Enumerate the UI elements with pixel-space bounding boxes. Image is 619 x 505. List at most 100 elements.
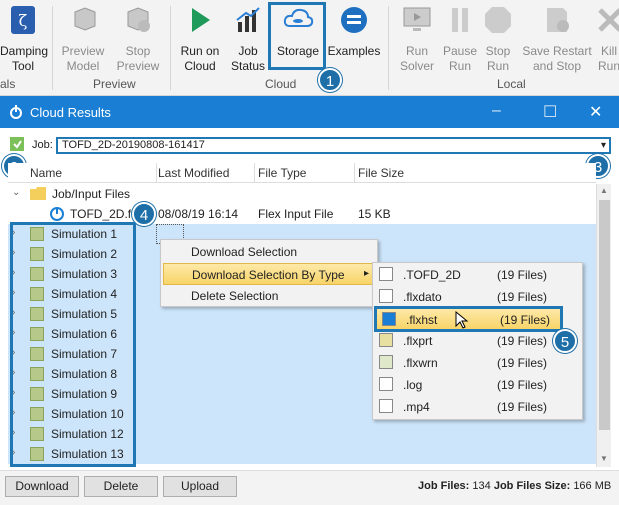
download-button[interactable]: Download: [5, 476, 79, 497]
cube-icon: [74, 7, 96, 31]
simulations-highlight: [10, 222, 136, 467]
submenu-count: (19 Files): [497, 400, 548, 414]
column-last-modified[interactable]: Last Modified: [158, 166, 229, 180]
tree-row-job-input[interactable]: ⌄ Job/Input Files: [8, 184, 596, 204]
damping-tool-button[interactable]: ζ Damping Tool: [0, 4, 48, 74]
job-dropdown-value: TOFD_2D-20190808-161417: [62, 139, 205, 151]
submenu-count: (19 Files): [497, 356, 548, 370]
job-files-size-value: 166 MB: [573, 480, 612, 492]
job-files-label: Job Files:: [418, 480, 470, 492]
flxprt-icon: [379, 333, 393, 347]
submenu-item[interactable]: .log (19 Files): [373, 374, 563, 396]
job-files-status: Job Files: 134 Job Files Size: 166 MB: [418, 480, 611, 492]
context-menu: Download Selection Download Selection By…: [160, 239, 378, 307]
monitor-play-icon: [403, 7, 431, 31]
document-icon: [379, 267, 393, 281]
file-type: Flex Input File: [258, 207, 334, 221]
run-solver-button[interactable]: Run Solver: [396, 4, 438, 74]
menu-delete-selection[interactable]: Delete Selection: [161, 285, 377, 307]
stop-cube-icon: [127, 7, 150, 32]
svg-text:ζ: ζ: [19, 11, 28, 30]
submenu-ext: .log: [403, 378, 423, 392]
stop-preview-button[interactable]: Stop Preview: [114, 4, 162, 74]
group-label-local: Local: [497, 77, 526, 91]
window-titlebar: Cloud Results – ☐ ✕: [0, 96, 619, 128]
file-size: 15 KB: [358, 207, 391, 221]
kill-icon: [598, 8, 619, 32]
examples-button[interactable]: Examples: [326, 4, 382, 59]
chevron-down-icon: ▾: [600, 140, 606, 151]
annotation-badge-1: 1: [318, 68, 342, 92]
menu-download-by-type[interactable]: Download Selection By Type ▸: [163, 263, 375, 285]
refresh-icon[interactable]: [10, 137, 24, 151]
scroll-down-icon[interactable]: ▼: [600, 454, 608, 463]
submenu-ext: .flxwrn: [403, 356, 438, 370]
submenu-ext: .flxprt: [403, 334, 433, 348]
annotation-badge-4: 4: [132, 202, 156, 226]
column-divider: [156, 163, 157, 183]
group-label-tools: als: [0, 77, 16, 91]
submenu-count: (19 Files): [497, 378, 548, 392]
flex-file-icon: [50, 207, 64, 221]
flxdato-icon: [379, 289, 393, 303]
submenu-item[interactable]: .flxdato (19 Files): [373, 286, 563, 308]
submenu-by-type: .TOFD_2D (19 Files) .flxdato (19 Files) .flx…: [372, 262, 583, 420]
group-label-preview: Preview: [93, 77, 136, 91]
menu-item-label: Download Selection By Type: [192, 268, 345, 282]
menu-download-selection[interactable]: Download Selection: [161, 241, 377, 263]
maximize-button[interactable]: ☐: [543, 102, 557, 122]
tree-row-input-file[interactable]: TOFD_2D.f 08/08/19 16:14 Flex Input File…: [8, 204, 596, 224]
delete-button[interactable]: Delete: [84, 476, 158, 497]
preview-model-button[interactable]: Preview Model: [58, 4, 108, 74]
menu-item-label: Delete Selection: [191, 289, 279, 303]
window-title: Cloud Results: [30, 105, 111, 120]
column-file-type[interactable]: File Type: [258, 166, 306, 180]
stop-icon: [485, 7, 511, 33]
collapse-chevron-icon[interactable]: ⌄: [12, 187, 20, 198]
mp4-icon: [379, 399, 393, 413]
vertical-scrollbar[interactable]: ▲ ▼: [596, 184, 611, 467]
job-files-size-label: Job Files Size:: [493, 480, 571, 492]
upload-button[interactable]: Upload: [163, 476, 237, 497]
stop-run-button[interactable]: Stop Run: [480, 4, 516, 74]
column-file-size[interactable]: File Size: [358, 166, 404, 180]
column-divider: [354, 163, 355, 183]
group-label-cloud: Cloud: [265, 77, 297, 91]
pause-run-button[interactable]: Pause Run: [440, 4, 480, 74]
save-stop-icon: [547, 8, 569, 32]
bar-chart-icon: [236, 7, 260, 32]
play-icon: [192, 8, 210, 32]
close-button[interactable]: ✕: [589, 102, 602, 122]
run-on-cloud-button[interactable]: Run on Cloud: [176, 4, 224, 74]
column-name[interactable]: Name: [30, 166, 62, 180]
app-power-icon: [10, 105, 22, 119]
submenu-item[interactable]: .TOFD_2D (19 Files): [373, 264, 563, 286]
submenu-arrow-icon: ▸: [364, 268, 370, 279]
job-status-button[interactable]: Job Status: [228, 4, 268, 74]
ribbon-toolbar: ζ Damping Tool als Preview Model Stop Pr…: [0, 0, 619, 96]
save-restart-stop-button[interactable]: Save Restart and Stop: [522, 4, 592, 74]
folder-label: Job/Input Files: [52, 187, 131, 201]
separator: [388, 6, 389, 90]
submenu-item[interactable]: .flxwrn (19 Files): [373, 352, 563, 374]
job-files-value: 134: [472, 480, 491, 492]
job-dropdown[interactable]: TOFD_2D-20190808-161417 ▾: [56, 137, 611, 154]
mouse-cursor-icon: [455, 311, 469, 329]
scroll-up-icon[interactable]: ▲: [600, 186, 608, 195]
annotation-badge-5: 5: [553, 329, 577, 353]
submenu-item[interactable]: .flxprt (19 Files): [373, 330, 563, 352]
column-divider: [254, 163, 255, 183]
examples-icon: [341, 7, 367, 33]
minimize-button[interactable]: –: [492, 102, 501, 120]
flxwrn-icon: [379, 355, 393, 369]
submenu-count: (19 Files): [497, 268, 548, 282]
menu-item-label: Download Selection: [191, 245, 298, 259]
folder-icon: [30, 187, 46, 200]
separator: [52, 6, 53, 90]
scroll-thumb[interactable]: [599, 200, 610, 430]
job-label: Job:: [32, 139, 53, 151]
submenu-item[interactable]: .mp4 (19 Files): [373, 396, 563, 418]
separator: [170, 6, 171, 90]
file-modified: 08/08/19 16:14: [158, 207, 239, 221]
kill-run-button[interactable]: Kill Run: [594, 4, 619, 74]
